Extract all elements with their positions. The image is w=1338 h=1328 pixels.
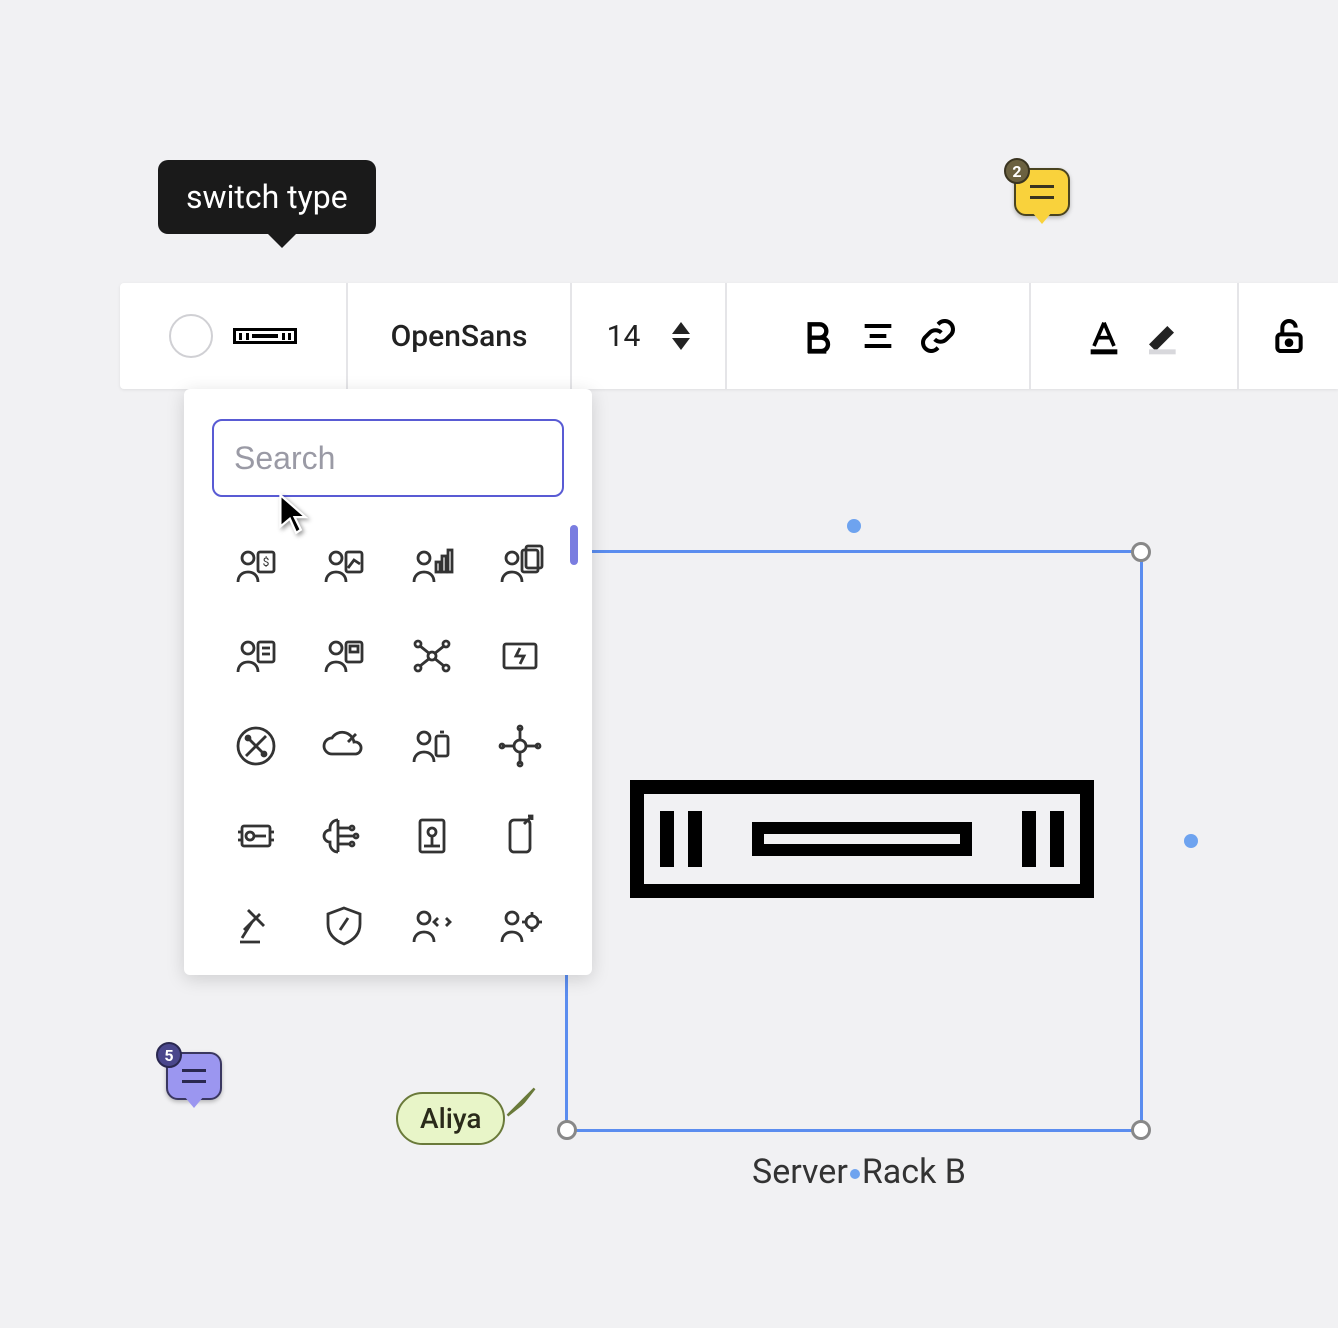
shape-search-input[interactable] bbox=[212, 419, 564, 497]
font-size-cell: 14 bbox=[572, 283, 727, 389]
collaborator-name-label: Aliya bbox=[396, 1092, 505, 1145]
shape-label[interactable]: Server Rack B bbox=[752, 1152, 966, 1192]
comment-bubble-purple[interactable]: 5 bbox=[166, 1052, 222, 1100]
link-button[interactable] bbox=[918, 316, 958, 356]
font-size-value[interactable]: 14 bbox=[607, 319, 641, 354]
color-cell bbox=[1031, 283, 1239, 389]
resize-handle-br[interactable] bbox=[1131, 1120, 1151, 1140]
comment-bubble-yellow[interactable]: 2 bbox=[1014, 168, 1070, 216]
shape-type-button[interactable] bbox=[233, 328, 297, 344]
network-spark-icon[interactable] bbox=[388, 611, 476, 701]
brain-circuit-icon[interactable] bbox=[300, 791, 388, 881]
tooltip-switch-type: switch type bbox=[158, 160, 376, 234]
user-code-icon[interactable] bbox=[388, 881, 476, 971]
font-size-stepper bbox=[672, 322, 690, 350]
power-box-icon[interactable] bbox=[476, 611, 564, 701]
shape-label-text-left: Server bbox=[752, 1152, 848, 1192]
phone-transfer-icon[interactable] bbox=[476, 791, 564, 881]
lock-cell bbox=[1239, 283, 1338, 389]
user-list-icon[interactable] bbox=[212, 611, 300, 701]
toolbar-shape-cell bbox=[120, 283, 348, 389]
user-battery-icon[interactable] bbox=[388, 701, 476, 791]
fill-color-swatch[interactable] bbox=[169, 314, 213, 358]
cloud-up-icon[interactable] bbox=[300, 701, 388, 791]
dropdown-scrollbar[interactable] bbox=[570, 525, 578, 565]
comment-count-badge: 2 bbox=[1004, 158, 1030, 184]
user-stack-icon[interactable] bbox=[476, 521, 564, 611]
user-bars-icon[interactable] bbox=[388, 521, 476, 611]
font-size-down-icon[interactable] bbox=[672, 338, 690, 350]
font-name-label: OpenSans bbox=[391, 319, 528, 354]
neural-node-icon[interactable] bbox=[476, 701, 564, 791]
tooltip-text: switch type bbox=[186, 178, 348, 216]
comment-lines-icon bbox=[182, 1069, 206, 1083]
highlight-button[interactable] bbox=[1144, 316, 1184, 356]
text-format-cell bbox=[727, 283, 1031, 389]
resize-handle-bl[interactable] bbox=[557, 1120, 577, 1140]
formatting-toolbar: OpenSans 14 bbox=[120, 283, 1338, 389]
svg-text:$: $ bbox=[263, 555, 270, 569]
shape-icon-grid: $ bbox=[212, 521, 564, 971]
book-circuit-icon[interactable] bbox=[388, 791, 476, 881]
user-gear-icon[interactable] bbox=[476, 881, 564, 971]
comment-count-badge: 5 bbox=[156, 1042, 182, 1068]
align-button[interactable] bbox=[858, 316, 898, 356]
bold-button[interactable] bbox=[798, 316, 838, 356]
connection-point-right[interactable] bbox=[1184, 834, 1198, 848]
user-board-icon[interactable] bbox=[300, 611, 388, 701]
gavel-icon[interactable] bbox=[212, 881, 300, 971]
mouse-cursor-icon bbox=[276, 492, 310, 540]
font-size-up-icon[interactable] bbox=[672, 322, 690, 334]
wrench-circle-icon[interactable] bbox=[212, 701, 300, 791]
chip-board-icon[interactable] bbox=[212, 791, 300, 881]
comment-lines-icon bbox=[1030, 185, 1054, 199]
text-cursor-icon bbox=[850, 1169, 860, 1179]
shape-label-text-right: Rack B bbox=[862, 1152, 966, 1192]
server-rack-shape[interactable] bbox=[630, 780, 1094, 898]
connection-point-top[interactable] bbox=[847, 519, 861, 533]
font-picker[interactable]: OpenSans bbox=[348, 283, 572, 389]
text-color-button[interactable] bbox=[1084, 316, 1124, 356]
user-chart-icon[interactable] bbox=[300, 521, 388, 611]
resize-handle-tr[interactable] bbox=[1131, 542, 1151, 562]
shape-picker-dropdown: $ bbox=[184, 389, 592, 975]
shield-up-icon[interactable] bbox=[300, 881, 388, 971]
collaborator-cursor: Aliya bbox=[396, 1092, 539, 1145]
collaborator-pointer-icon bbox=[503, 1084, 539, 1120]
unlock-button[interactable] bbox=[1269, 316, 1309, 356]
